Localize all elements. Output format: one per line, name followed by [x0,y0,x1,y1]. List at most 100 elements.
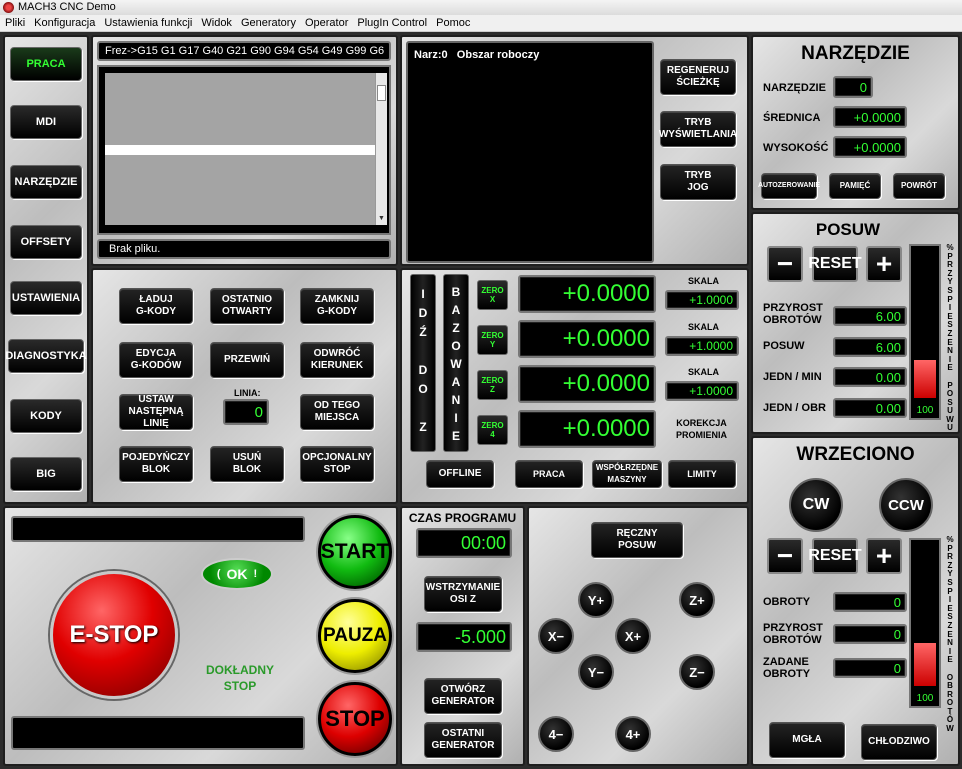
posuw-plus-button[interactable]: + [866,246,902,282]
jog-x-minus-button[interactable]: X− [538,618,574,654]
x-axis-dro[interactable]: +0.0000 [518,275,656,313]
wrzeciono-plus-button[interactable]: + [866,538,902,574]
menu-pliki[interactable]: Pliki [0,15,29,31]
zero-x-button[interactable]: ZERO X [477,280,508,310]
menu-generatory[interactable]: Generatory [236,15,300,31]
otworz-generator-button[interactable]: OTWÓRZ GENERATOR [424,678,502,714]
odwroc-kierunek-button[interactable]: ODWRÓĆ KIERUNEK [300,342,374,378]
wstrzymanie-osi-z-display[interactable]: -5.000 [416,622,512,652]
spindle-przyrost-display[interactable]: 0 [833,624,907,644]
gcode-scrollbar[interactable]: ▼ [375,73,387,225]
zamknij-gkody-button[interactable]: ZAMKNIJ G-KODY [300,288,374,324]
menu-operator[interactable]: Operator [300,15,352,31]
przyrost-obrotow-display[interactable]: 6.00 [833,306,907,326]
wstrzymanie-osi-z-button[interactable]: WSTRZYMANIE OSI Z [424,576,502,612]
y-axis-dro[interactable]: +0.0000 [518,320,656,358]
narzedzie-number-display[interactable]: 0 [833,76,873,98]
idz-do-z-button[interactable]: IDŹ DO Z [410,274,436,452]
cw-button[interactable]: CW [789,478,843,532]
zero-y-button[interactable]: ZERO Y [477,325,508,355]
posuw-display[interactable]: 6.00 [833,337,907,357]
pamiec-button[interactable]: PAMIĘĆ [829,173,881,199]
usun-blok-button[interactable]: USUŃ BLOK [210,446,284,482]
nav-kody-button[interactable]: KODY [10,399,82,433]
zadane-obroty-display[interactable]: 0 [833,658,907,678]
bazowanie-button[interactable]: BAZOWANIE [443,274,469,452]
menu-ustawienia-funkcji[interactable]: Ustawienia funkcji [99,15,196,31]
scroll-down-icon[interactable]: ▼ [378,215,385,222]
wrzeciono-reset-button[interactable]: RESET [808,538,862,574]
edycja-gkodow-button[interactable]: EDYCJA G-KODÓW [119,342,193,378]
ustaw-nastepna-linie-button[interactable]: USTAW NASTĘPNĄ LINIĘ [119,394,193,430]
posuw-override-slider[interactable]: 100 [909,244,941,420]
regeneruj-sciezke-button[interactable]: REGENERUJ ŚCIEŻKĘ [660,59,736,95]
opcjonalny-stop-button[interactable]: OPCJONALNY STOP [300,446,374,482]
nav-offsety-button[interactable]: OFFSETY [10,225,82,259]
a-axis-dro[interactable]: +0.0000 [518,410,656,448]
menu-pomoc[interactable]: Pomoc [431,15,474,31]
nav-big-button[interactable]: BIG [10,457,82,491]
jog-z-minus-button[interactable]: Z− [679,654,715,690]
jog-a-minus-button[interactable]: 4− [538,716,574,752]
wspolrzedne-maszyny-button[interactable]: WSPÓŁRZĘDNE MASZYNY [592,460,662,488]
tryb-wyswietlania-button[interactable]: TRYB WYŚWIETLANIA [659,111,737,147]
pauza-button[interactable]: PAUZA [318,599,392,673]
jog-y-plus-button[interactable]: Y+ [578,582,614,618]
zero-4-button[interactable]: ZERO 4 [477,415,508,445]
posuw-reset-button[interactable]: RESET [808,246,862,282]
wrzeciono-minus-button[interactable]: − [767,538,803,574]
od-tego-miejsca-button[interactable]: OD TEGO MIEJSCA [300,394,374,430]
toolpath-display[interactable]: Narz:0 Obszar roboczy [406,41,654,263]
mgla-button[interactable]: MGŁA [769,722,845,758]
offline-button[interactable]: OFFLINE [426,460,494,488]
menu-widok[interactable]: Widok [196,15,236,31]
z-axis-dro[interactable]: +0.0000 [518,365,656,403]
laduj-gkody-button[interactable]: ŁADUJ G-KODY [119,288,193,324]
srednica-display[interactable]: +0.0000 [833,106,907,128]
bazowanie-letter: A [451,375,461,389]
srednica-label: ŚREDNICA [763,112,821,124]
start-button[interactable]: START [318,515,392,589]
ostatni-generator-button[interactable]: OSTATNI GENERATOR [424,722,502,758]
nav-ustawienia-button[interactable]: USTAWIENIA [10,281,82,315]
tryb-jog-button[interactable]: TRYB JOG [660,164,736,200]
nav-panel: PRACA MDI NARZĘDZIE OFFSETY USTAWIENIA D… [3,35,89,504]
stop-button[interactable]: STOP [318,682,392,756]
scrollbar-thumb[interactable] [377,85,386,101]
linia-display[interactable]: 0 [223,399,269,425]
limity-button[interactable]: LIMITY [668,460,736,488]
menu-plugin-control[interactable]: PlugIn Control [352,15,431,31]
przewin-button[interactable]: PRZEWIŃ [210,342,284,378]
powrot-button[interactable]: POWRÓT [893,173,945,199]
jedn-min-display[interactable]: 0.00 [833,367,907,387]
jog-a-plus-button[interactable]: 4+ [615,716,651,752]
nav-praca-button[interactable]: PRACA [10,47,82,81]
jog-x-plus-button[interactable]: X+ [615,618,651,654]
nav-mdi-button[interactable]: MDI [10,105,82,139]
jedn-obr-display[interactable]: 0.00 [833,398,907,418]
skala-y-display[interactable]: +1.0000 [665,336,739,356]
wysokosc-display[interactable]: +0.0000 [833,136,907,158]
posuw-minus-button[interactable]: − [767,246,803,282]
gcode-text-area[interactable] [105,73,375,225]
obroty-display[interactable]: 0 [833,592,907,612]
estop-button[interactable]: E-STOP [50,571,178,699]
jog-y-minus-button[interactable]: Y− [578,654,614,690]
idz-do-z-letter: D [418,363,428,377]
praca-coords-button[interactable]: PRACA [515,460,583,488]
spindle-override-slider[interactable]: 100 [909,538,941,708]
ostatnio-otwarty-button[interactable]: OSTATNIO OTWARTY [210,288,284,324]
reczny-posuw-button[interactable]: RĘCZNY POSUW [591,522,683,558]
jog-z-plus-button[interactable]: Z+ [679,582,715,618]
menu-konfiguracja[interactable]: Konfiguracja [29,15,99,31]
gcode-list[interactable]: ▼ [97,65,391,235]
zero-z-button[interactable]: ZERO Z [477,370,508,400]
autozerowanie-button[interactable]: AUTOZEROWANIE [758,173,820,199]
pojedynczy-blok-button[interactable]: POJEDYŃCZY BLOK [119,446,193,482]
chlodziwo-button[interactable]: CHŁODZIWO [861,724,937,760]
nav-narzedzie-button[interactable]: NARZĘDZIE [10,165,82,199]
ccw-button[interactable]: CCW [879,478,933,532]
skala-z-display[interactable]: +1.0000 [665,381,739,401]
skala-x-display[interactable]: +1.0000 [665,290,739,310]
nav-diagnostyka-button[interactable]: DIAGNOSTYKA [5,339,87,373]
